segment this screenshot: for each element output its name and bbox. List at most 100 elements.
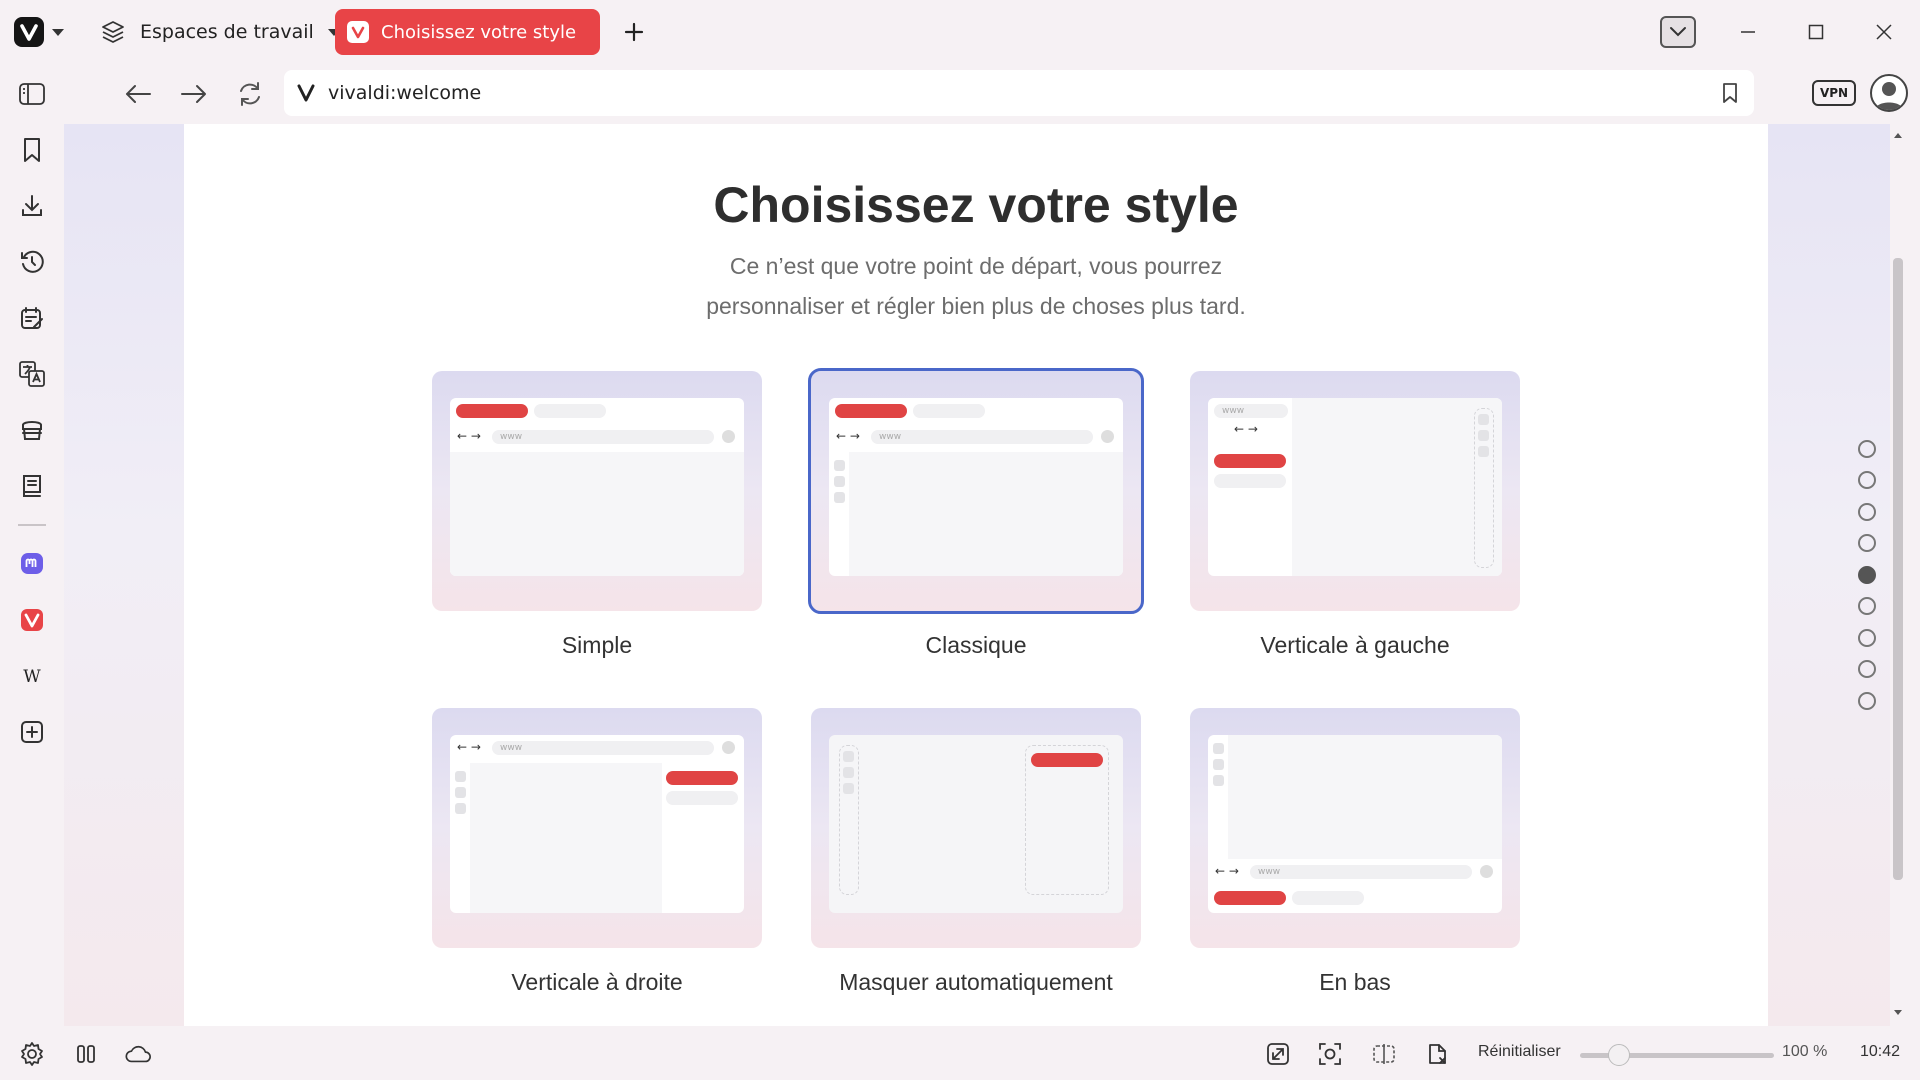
subtitle-line-1: Ce n’est que votre point de départ, vous… [729, 253, 1223, 279]
mock-window: ← → www [450, 398, 744, 576]
step-dot[interactable] [1858, 629, 1876, 647]
forward-button[interactable] [176, 76, 212, 112]
new-tab-button[interactable] [620, 18, 648, 46]
mock-url: www [1214, 404, 1288, 418]
step-dot-current[interactable] [1858, 566, 1876, 584]
mock-panel-icon [1478, 446, 1489, 457]
add-web-panel-button[interactable] [16, 716, 48, 748]
side-panel: W [0, 124, 64, 1024]
reload-icon [240, 82, 260, 106]
capture-button[interactable] [1264, 1040, 1292, 1068]
mock-content [450, 452, 744, 576]
step-dot[interactable] [1858, 471, 1876, 489]
mock-url: www [492, 430, 714, 444]
welcome-page: Choisissez votre style Ce n’est que votr… [184, 124, 1768, 1026]
mock-window [829, 735, 1123, 913]
tab-list-button[interactable] [1660, 16, 1696, 48]
mock-avatar [722, 430, 735, 443]
scroll-up-icon[interactable] [1890, 128, 1906, 144]
step-dot[interactable] [1858, 660, 1876, 678]
subtitle-line-2: personnaliser et régler bien plus de cho… [706, 293, 1246, 319]
translate-icon [19, 361, 45, 387]
chevron-down-icon [1670, 27, 1686, 37]
scroll-down-icon[interactable] [1890, 1004, 1906, 1020]
minimize-button[interactable] [1732, 16, 1764, 48]
tile-tabs-button[interactable] [72, 1040, 100, 1068]
maximize-button[interactable] [1800, 16, 1832, 48]
vivaldi-menu-button[interactable] [14, 16, 70, 48]
zoom-reset-button[interactable]: Réinitialiser [1478, 1043, 1561, 1061]
add-web-panel-icon [21, 721, 43, 743]
workspaces-button[interactable]: Espaces de travail [100, 14, 340, 50]
mock-panel-icon [1213, 775, 1224, 786]
mock-nav-arrows: ← → [1215, 864, 1239, 878]
vivaldi-panel-button[interactable] [16, 604, 48, 636]
address-bar[interactable]: vivaldi:welcome [284, 70, 1754, 116]
arrow-right-icon [181, 85, 206, 103]
style-card-bottom[interactable]: ← → www [1190, 708, 1520, 948]
step-dot[interactable] [1858, 503, 1876, 521]
sync-button[interactable] [124, 1040, 152, 1068]
wikipedia-panel-button[interactable]: W [16, 660, 48, 692]
mock-tab [666, 791, 738, 805]
step-dot[interactable] [1858, 597, 1876, 615]
mock-tab [1292, 891, 1364, 905]
web-content: Choisissez votre style Ce n’est que votr… [64, 124, 1890, 1026]
step-dot[interactable] [1858, 534, 1876, 552]
mock-window: ← → www [1208, 735, 1502, 913]
style-card-classic[interactable]: ← → www [808, 368, 1144, 614]
step-dot[interactable] [1858, 440, 1876, 458]
bookmark-page-icon[interactable] [1720, 82, 1740, 104]
style-card-simple[interactable]: ← → www [432, 371, 762, 611]
profile-avatar[interactable] [1870, 74, 1908, 112]
mock-nav-arrows: ← → [1234, 422, 1258, 436]
mock-panel-icon [455, 771, 466, 782]
step-dot[interactable] [1858, 692, 1876, 710]
close-window-button[interactable] [1868, 16, 1900, 48]
mock-panel-icon [455, 787, 466, 798]
mock-panel-icon [843, 751, 854, 762]
mock-panel-icon [834, 460, 845, 471]
mock-content [470, 763, 662, 913]
reload-button[interactable] [232, 76, 268, 112]
style-card-auto-hide[interactable] [811, 708, 1141, 948]
tab-choose-style[interactable]: Choisissez votre style [335, 9, 600, 55]
settings-button[interactable] [18, 1040, 46, 1068]
mastodon-panel-button[interactable] [16, 548, 48, 580]
screenshot-button[interactable] [1316, 1040, 1344, 1068]
mock-panel-icon [1478, 430, 1489, 441]
resize-icon [1267, 1043, 1289, 1065]
mock-tab [1031, 753, 1103, 767]
wikipedia-icon: W [23, 667, 41, 687]
translate-panel-button[interactable] [16, 358, 48, 390]
gear-icon [21, 1042, 43, 1066]
style-label-vertical-right: Verticale à droite [511, 969, 683, 995]
page-actions-icon [1429, 1044, 1446, 1064]
page-tiling-button[interactable] [1370, 1040, 1398, 1068]
mock-window: ← → www [829, 398, 1123, 576]
reader-panel-button[interactable] [16, 470, 48, 502]
bookmarks-panel-button[interactable] [16, 134, 48, 166]
vivaldi-logo-icon [14, 17, 44, 47]
zoom-slider-thumb[interactable] [1608, 1044, 1630, 1066]
style-card-vertical-left[interactable]: www ← → [1190, 371, 1520, 611]
back-button[interactable] [120, 76, 156, 112]
mock-url: www [1250, 865, 1472, 879]
scrollbar-thumb[interactable] [1893, 258, 1903, 880]
reading-list-panel-button[interactable] [16, 414, 48, 446]
mock-tab [666, 771, 738, 785]
mock-avatar [1480, 865, 1493, 878]
downloads-panel-button[interactable] [16, 190, 48, 222]
style-label-auto-hide: Masquer automatiquement [839, 969, 1113, 995]
mock-nav-arrows: ← → [457, 429, 481, 443]
panel-toggle-button[interactable] [16, 78, 48, 110]
style-card-vertical-right[interactable]: ← → www [432, 708, 762, 948]
page-actions-button[interactable] [1424, 1040, 1452, 1068]
page-subtitle: Ce n’est que votre point de départ, vous… [184, 246, 1768, 326]
vpn-button[interactable]: VPN [1812, 80, 1856, 106]
mock-tab [456, 404, 528, 418]
notes-panel-button[interactable] [16, 302, 48, 334]
history-panel-button[interactable] [16, 246, 48, 278]
vivaldi-icon [21, 609, 43, 631]
mock-tab [913, 404, 985, 418]
